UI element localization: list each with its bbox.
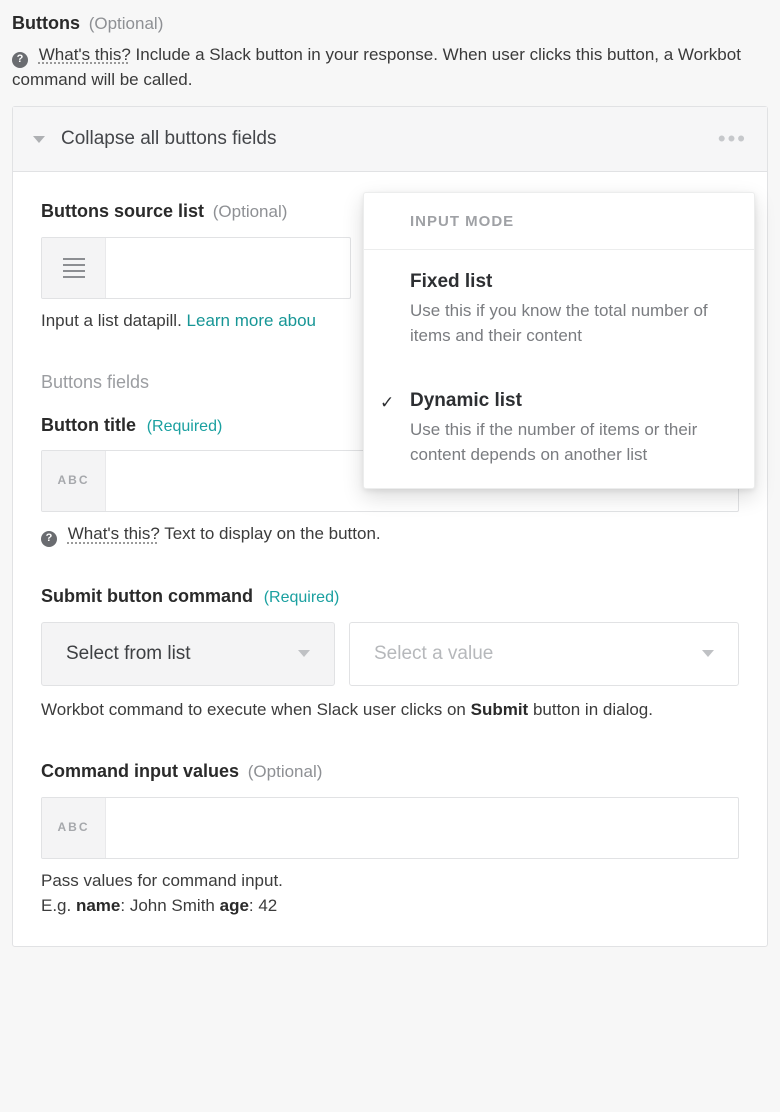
- select-value-placeholder: Select a value: [374, 640, 493, 668]
- learn-more-link[interactable]: Learn more abou: [187, 311, 316, 330]
- collapse-bar[interactable]: Collapse all buttons fields •••: [13, 107, 767, 172]
- field-tag: (Optional): [213, 202, 288, 221]
- help-icon[interactable]: ?: [41, 531, 57, 547]
- helper-prefix: Input a list datapill.: [41, 311, 187, 330]
- popover-item-title: Dynamic list: [410, 387, 732, 415]
- required-tag: (Required): [264, 589, 340, 606]
- command-input-helper: Pass values for command input. E.g. name…: [41, 869, 739, 918]
- popover-item-sub: Use this if you know the total number of…: [410, 299, 732, 348]
- check-icon: ✓: [380, 391, 394, 416]
- required-tag: (Required): [147, 418, 223, 435]
- field-label: Button title: [41, 415, 136, 435]
- text-type-icon: ABC: [42, 451, 106, 511]
- more-menu-icon[interactable]: •••: [718, 123, 747, 155]
- select-from-list-label: Select from list: [66, 640, 191, 668]
- field-submit-button-command: Submit button command (Required) Select …: [41, 583, 739, 722]
- whats-this-link[interactable]: What's this?: [39, 45, 131, 64]
- section-optional-tag: (Optional): [89, 14, 164, 33]
- button-title-helper: ? What's this? Text to display on the bu…: [41, 522, 739, 547]
- input-mode-popover: INPUT MODE Fixed list Use this if you kn…: [363, 192, 755, 488]
- command-input-values-input[interactable]: ABC: [41, 797, 739, 859]
- field-label: Buttons source list: [41, 201, 204, 221]
- field-label: Submit button command: [41, 586, 253, 606]
- select-from-list-dropdown[interactable]: Select from list: [41, 622, 335, 686]
- chevron-down-icon: [33, 136, 45, 143]
- field-command-input-values: Command input values (Optional) ABC Pass…: [41, 758, 739, 918]
- submit-command-helper: Workbot command to execute when Slack us…: [41, 698, 739, 723]
- helper-text: Text to display on the button.: [164, 524, 380, 543]
- popover-item-dynamic-list[interactable]: ✓ Dynamic list Use this if the number of…: [364, 369, 754, 488]
- field-label: Command input values: [41, 761, 239, 781]
- section-title: Buttons: [12, 13, 80, 33]
- chevron-down-icon: [702, 650, 714, 657]
- field-tag: (Optional): [248, 762, 323, 781]
- list-icon: [42, 238, 106, 298]
- popover-item-fixed-list[interactable]: Fixed list Use this if you know the tota…: [364, 250, 754, 369]
- section-header: Buttons (Optional): [12, 10, 768, 37]
- select-value-dropdown[interactable]: Select a value: [349, 622, 739, 686]
- buttons-panel: Collapse all buttons fields ••• INPUT MO…: [12, 106, 768, 947]
- section-description: ? What's this? Include a Slack button in…: [12, 43, 768, 93]
- source-list-input[interactable]: [41, 237, 351, 299]
- collapse-label: Collapse all buttons fields: [61, 125, 718, 153]
- popover-item-title: Fixed list: [410, 268, 732, 296]
- text-type-icon: ABC: [42, 798, 106, 858]
- whats-this-link[interactable]: What's this?: [68, 524, 160, 543]
- popover-header: INPUT MODE: [364, 193, 754, 250]
- chevron-down-icon: [298, 650, 310, 657]
- help-icon[interactable]: ?: [12, 52, 28, 68]
- popover-item-sub: Use this if the number of items or their…: [410, 418, 732, 467]
